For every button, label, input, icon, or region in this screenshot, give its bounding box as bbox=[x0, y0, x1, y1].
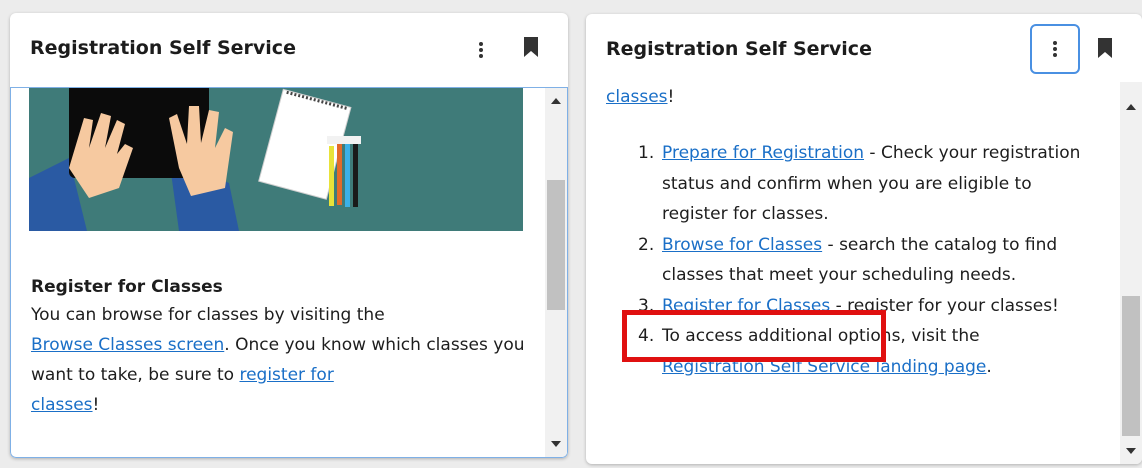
browse-for-classes-link[interactable]: Browse for Classes bbox=[662, 235, 822, 255]
paragraph-text: ! bbox=[92, 395, 100, 415]
section-paragraph: You can browse for classes by visiting t… bbox=[31, 300, 526, 420]
kebab-menu-icon bbox=[479, 42, 483, 58]
top-line: classes! bbox=[606, 82, 1106, 112]
vertical-scrollbar[interactable] bbox=[1120, 82, 1142, 464]
register-for-classes-link[interactable]: register for bbox=[239, 365, 333, 385]
prepare-for-registration-link[interactable]: Prepare for Registration bbox=[662, 143, 864, 163]
list-item: 1. Prepare for Registration - Check your… bbox=[606, 138, 1086, 230]
bookmark-icon bbox=[1098, 38, 1112, 58]
scroll-up-arrow-icon[interactable] bbox=[551, 98, 561, 104]
scroll-down-arrow-icon[interactable] bbox=[551, 441, 561, 447]
step-text: To access additional options, visit the bbox=[662, 326, 980, 346]
scroll-up-arrow-icon[interactable] bbox=[1126, 104, 1136, 110]
browse-classes-link[interactable]: Browse Classes screen bbox=[31, 335, 224, 355]
list-item: 4. To access additional options, visit t… bbox=[606, 321, 1086, 382]
step-number: 2. bbox=[638, 234, 655, 255]
registration-card-left: Registration Self Service Register for C… bbox=[10, 13, 568, 458]
step-number: 1. bbox=[638, 143, 655, 163]
section-heading: Register for Classes bbox=[31, 277, 223, 297]
paragraph-text: You can browse for classes by visiting t… bbox=[31, 305, 385, 325]
vertical-scrollbar[interactable] bbox=[545, 88, 567, 457]
top-text: ! bbox=[667, 87, 675, 107]
kebab-menu-icon bbox=[1053, 41, 1057, 57]
register-for-classes-link[interactable]: Register for Classes bbox=[662, 296, 830, 316]
card-scroll-area[interactable]: classes! 1. Prepare for Registration - C… bbox=[586, 82, 1142, 464]
classes-link[interactable]: classes bbox=[606, 87, 668, 107]
scroll-thumb[interactable] bbox=[547, 180, 565, 310]
card-menu-button[interactable] bbox=[1030, 24, 1080, 74]
card-title: Registration Self Service bbox=[606, 38, 872, 60]
bookmark-button[interactable] bbox=[524, 37, 544, 59]
scroll-thumb[interactable] bbox=[1122, 296, 1140, 436]
register-section: Register for Classes You can browse for … bbox=[31, 274, 526, 420]
step-number: 4. bbox=[638, 326, 655, 346]
card-header: Registration Self Service bbox=[10, 13, 568, 87]
desk-illustration bbox=[29, 88, 523, 231]
step-number: 3. bbox=[638, 295, 655, 316]
card-scroll-area[interactable]: Register for Classes You can browse for … bbox=[10, 87, 568, 458]
list-item: 3. Register for Classes - register for y… bbox=[606, 291, 1086, 322]
step-text: - register for your classes! bbox=[830, 295, 1059, 316]
register-for-classes-link-cont[interactable]: classes bbox=[31, 395, 93, 415]
card-title: Registration Self Service bbox=[30, 37, 296, 59]
step-text: . bbox=[986, 356, 992, 377]
list-item: 2. Browse for Classes - search the catal… bbox=[606, 230, 1086, 291]
bookmark-icon bbox=[524, 37, 538, 57]
bookmark-button[interactable] bbox=[1098, 38, 1118, 60]
scroll-down-arrow-icon[interactable] bbox=[1126, 448, 1136, 454]
card-header: Registration Self Service bbox=[586, 14, 1142, 88]
registration-card-right: Registration Self Service classes! 1. Pr… bbox=[586, 14, 1142, 464]
card-menu-button[interactable] bbox=[459, 28, 503, 72]
registration-landing-page-link[interactable]: Registration Self Service landing page bbox=[662, 357, 986, 377]
steps-list: 1. Prepare for Registration - Check your… bbox=[606, 138, 1086, 382]
